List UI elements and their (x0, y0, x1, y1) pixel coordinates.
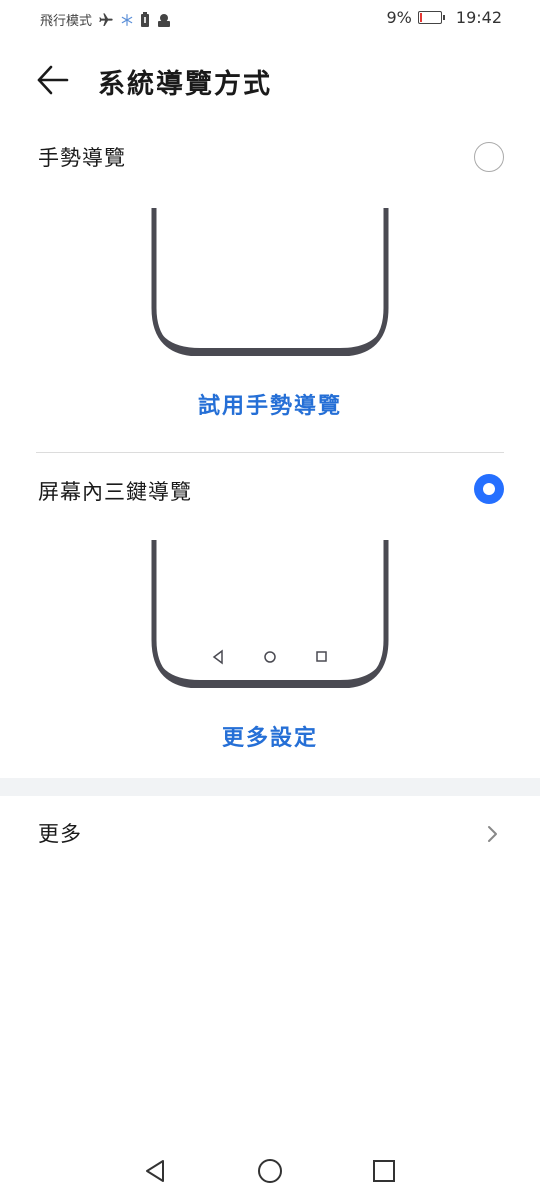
battery-saver-icon (141, 11, 150, 27)
clock: 19:42 (455, 8, 502, 27)
divider (36, 452, 504, 453)
mini-back-icon (212, 649, 223, 665)
back-button[interactable] (32, 60, 72, 100)
section-gap (0, 778, 540, 796)
page-title: 系統導覽方式 (98, 69, 272, 100)
snowflake-icon (121, 13, 133, 26)
more-settings-link[interactable]: 更多設定 (0, 720, 540, 752)
nav-back-icon[interactable] (140, 1156, 170, 1186)
nav-recent-icon[interactable] (369, 1156, 399, 1186)
three-key-phone-illustration (151, 540, 389, 688)
mini-home-icon (264, 651, 276, 663)
gesture-phone-illustration (151, 208, 389, 356)
battery-percent: 9% (386, 8, 412, 27)
chevron-right-icon (488, 826, 497, 842)
option-gesture-label[interactable]: 手勢導覽 (38, 142, 126, 172)
more-row[interactable]: 更多 (0, 796, 540, 872)
try-gesture-link[interactable]: 試用手勢導覽 (0, 388, 540, 420)
nav-home-icon[interactable] (255, 1156, 285, 1186)
status-bar: 飛行模式 9% 19:42 (0, 0, 540, 36)
mini-nav-icons (212, 649, 327, 665)
status-left: 飛行模式 (40, 10, 172, 29)
title-bar: 系統導覽方式 (0, 50, 540, 110)
back-arrow-icon (37, 65, 69, 95)
airplane-mode-text: 飛行模式 (40, 14, 93, 29)
airplane-icon (99, 12, 113, 26)
battery-icon (417, 11, 445, 24)
option-three-key-label[interactable]: 屏幕內三鍵導覽 (38, 476, 192, 506)
radio-three-key[interactable] (474, 474, 504, 504)
system-nav-bar (0, 1140, 540, 1200)
mini-recent-icon (316, 651, 327, 662)
status-right: 9% 19:42 (387, 8, 503, 27)
more-label: 更多 (38, 822, 82, 846)
notification-icon (158, 13, 171, 27)
radio-gesture[interactable] (474, 142, 504, 172)
